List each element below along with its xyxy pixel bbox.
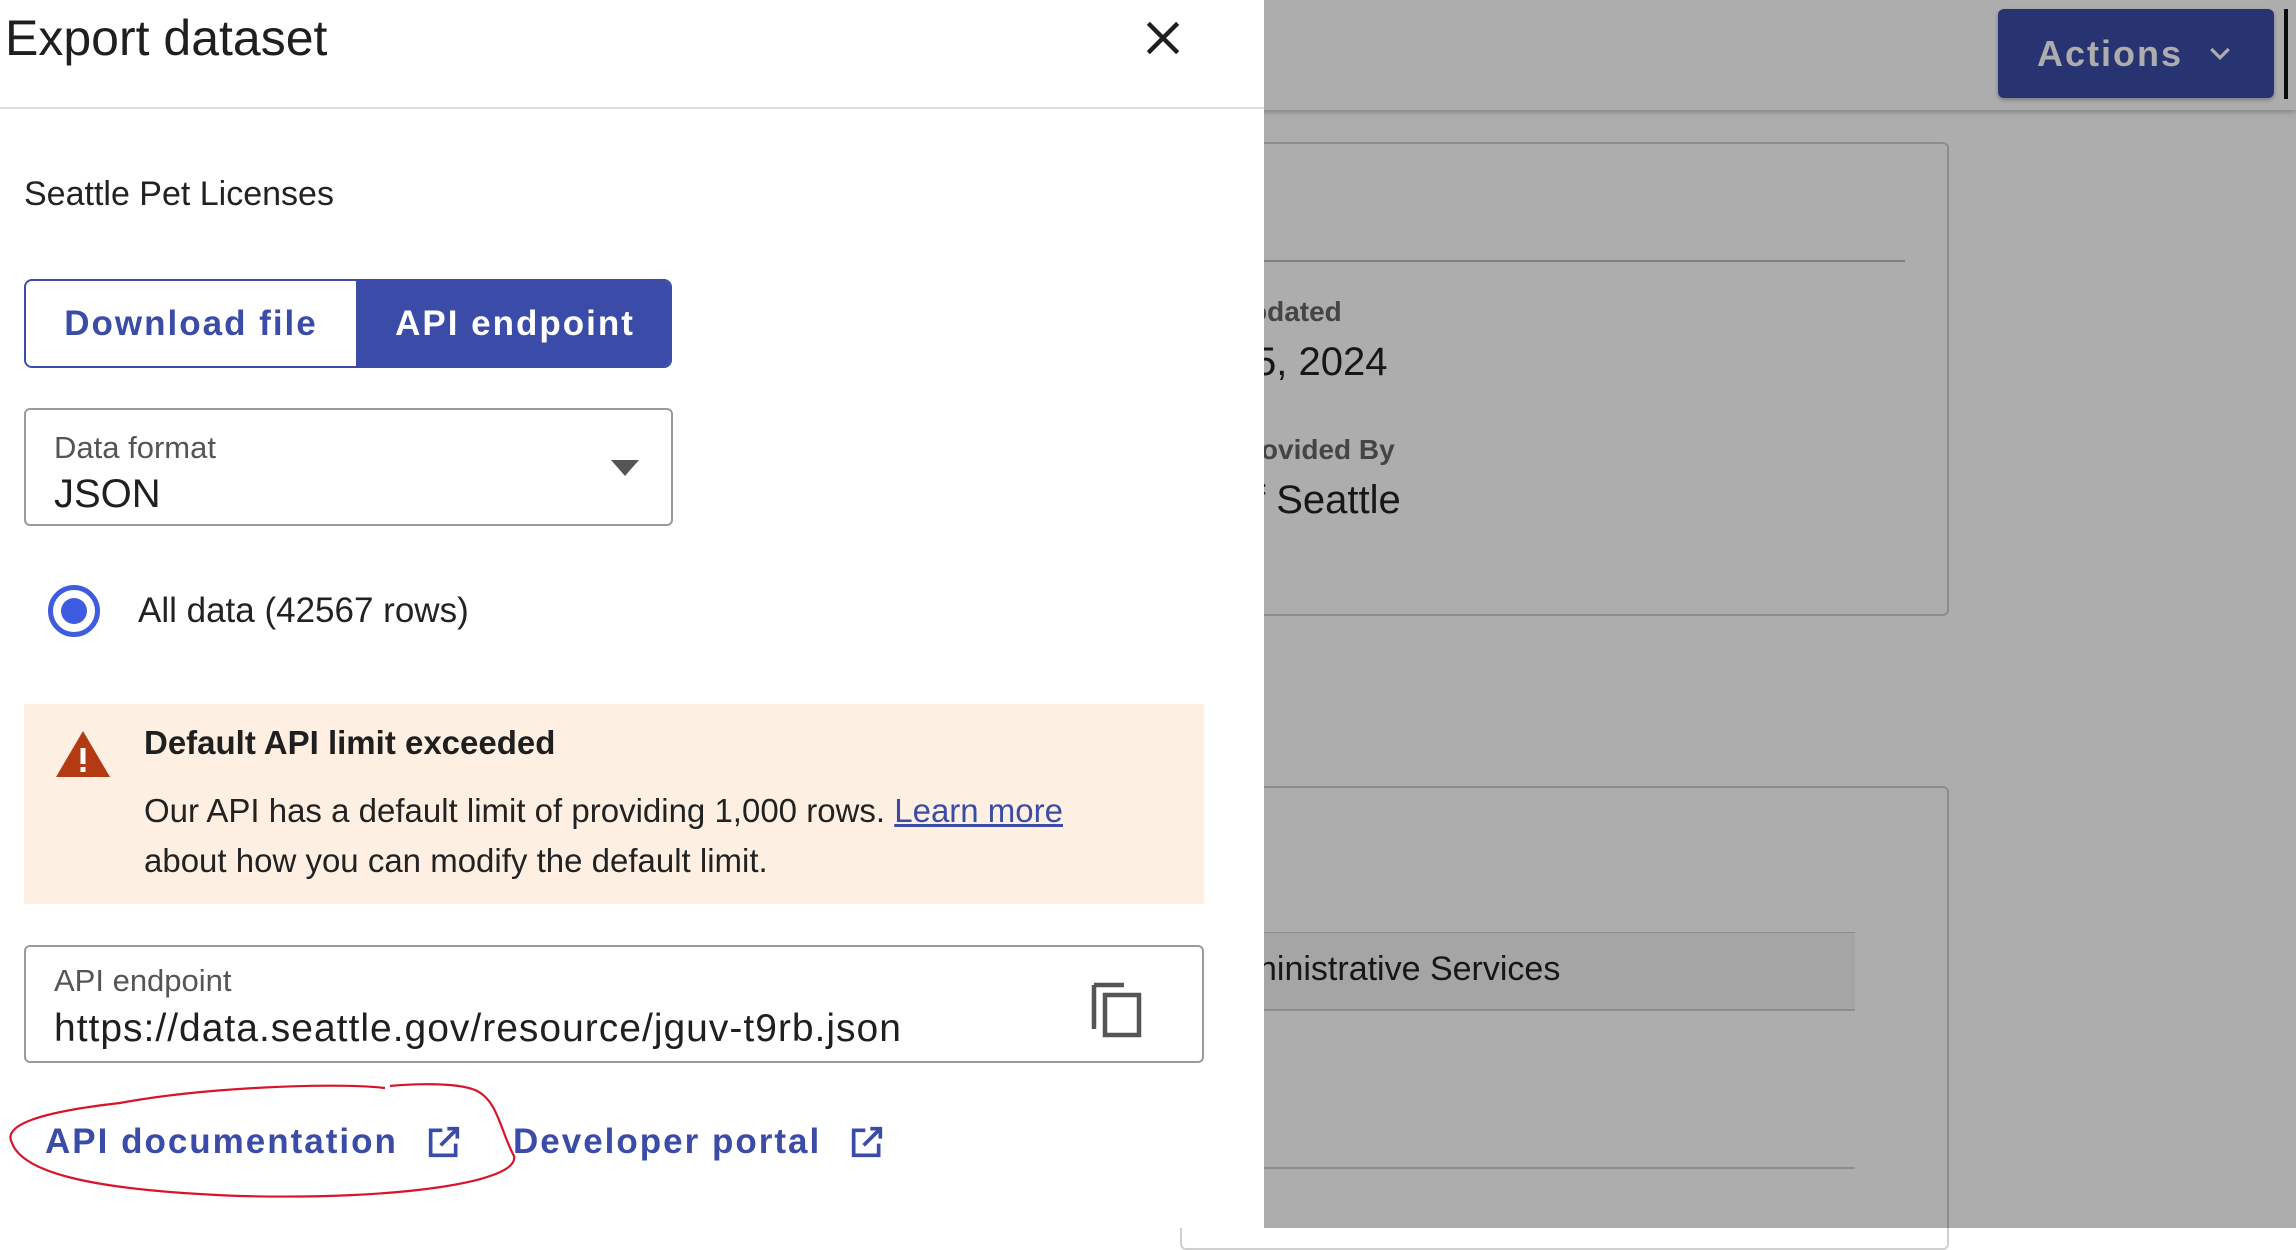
tab-api-endpoint[interactable]: API endpoint: [356, 281, 670, 366]
all-data-option[interactable]: All data (42567 rows): [48, 585, 469, 637]
all-data-radio[interactable]: [48, 585, 100, 637]
data-format-value: JSON: [54, 472, 161, 516]
alert-text-cont: about how you can modify the default lim…: [144, 842, 768, 879]
data-format-select[interactable]: Data format JSON: [24, 408, 673, 526]
tab-download-file[interactable]: Download file: [26, 281, 356, 366]
export-dialog: Export dataset Seattle Pet Licenses Down…: [0, 0, 1264, 1228]
copy-button[interactable]: [1086, 973, 1154, 1041]
close-icon: [1146, 21, 1180, 55]
warning-icon: [56, 731, 110, 777]
api-documentation-label: API documentation: [45, 1122, 398, 1161]
alert-body: Our API has a default limit of providing…: [144, 786, 1184, 886]
learn-more-link[interactable]: Learn more: [894, 792, 1063, 829]
dataset-name: Seattle Pet Licenses: [24, 175, 334, 213]
developer-portal-label: Developer portal: [513, 1122, 822, 1161]
all-data-label: All data (42567 rows): [138, 591, 469, 630]
external-link-icon: [852, 1126, 883, 1158]
copy-icon: [1091, 982, 1142, 1038]
developer-portal-link[interactable]: Developer portal: [513, 1122, 887, 1162]
close-button[interactable]: [1133, 8, 1193, 68]
api-documentation-link[interactable]: API documentation: [45, 1122, 464, 1162]
dialog-title: Export dataset: [5, 10, 328, 66]
api-endpoint-value[interactable]: https://data.seattle.gov/resource/jguv-t…: [54, 1007, 902, 1051]
api-endpoint-label: API endpoint: [54, 963, 232, 998]
title-divider: [0, 107, 1264, 109]
caret-down-icon: [611, 460, 639, 476]
radio-dot: [61, 598, 87, 624]
external-link-icon: [428, 1126, 460, 1158]
export-mode-toggle: Download file API endpoint: [24, 279, 672, 368]
data-format-label: Data format: [54, 430, 216, 465]
api-endpoint-field[interactable]: API endpoint https://data.seattle.gov/re…: [24, 945, 1204, 1063]
api-limit-alert: Default API limit exceeded Our API has a…: [24, 704, 1204, 904]
alert-text: Our API has a default limit of providing…: [144, 792, 886, 829]
alert-title: Default API limit exceeded: [144, 724, 556, 761]
